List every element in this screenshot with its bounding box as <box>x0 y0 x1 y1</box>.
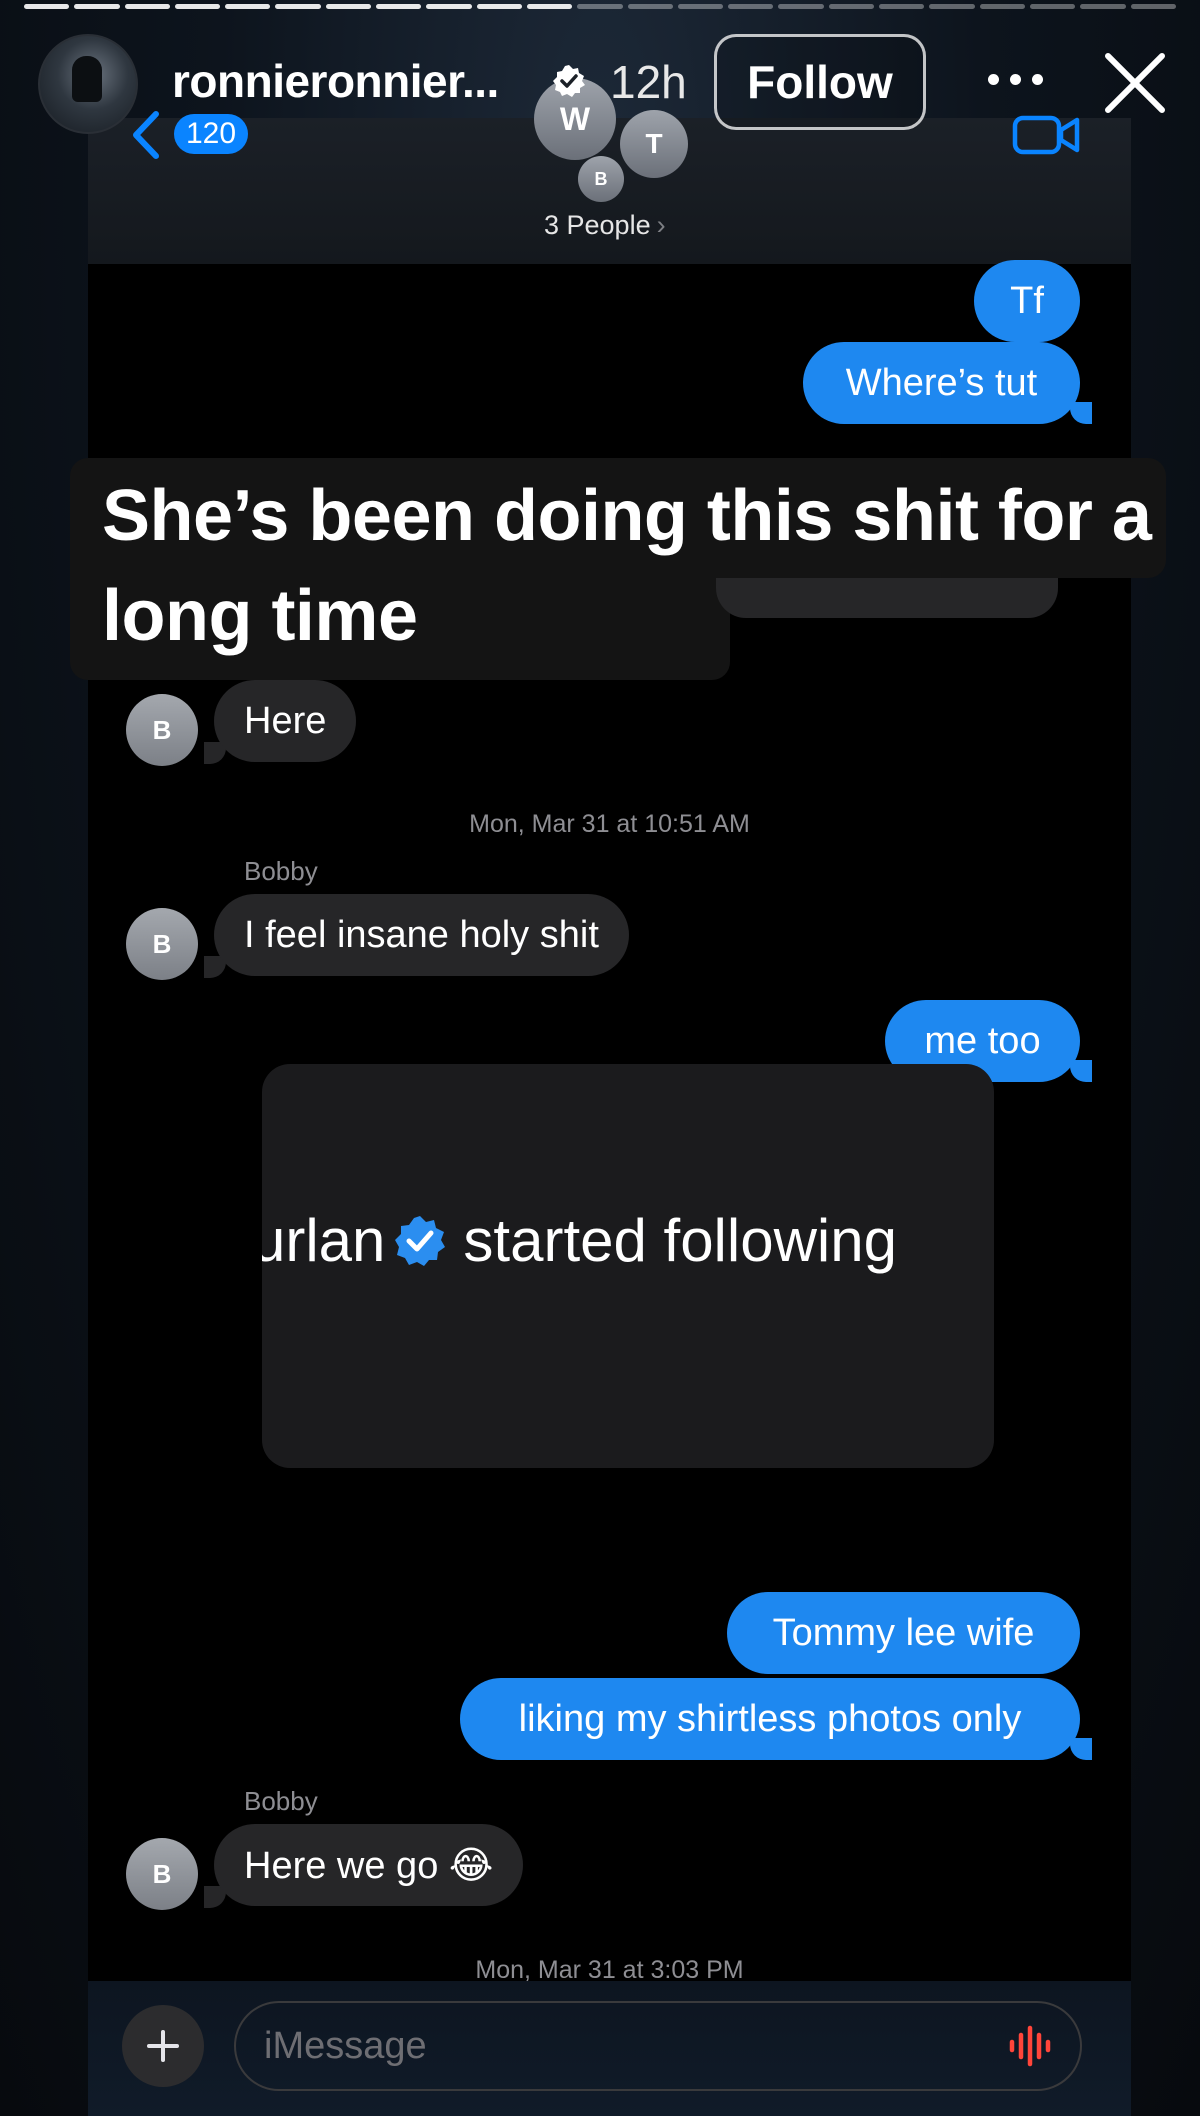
progress-segment <box>879 4 925 9</box>
message-input[interactable] <box>234 2001 1082 2091</box>
compose-bar <box>88 1981 1131 2116</box>
video-camera-icon[interactable] <box>1012 110 1080 158</box>
bubble-tail <box>1070 1060 1092 1082</box>
close-icon[interactable] <box>1102 50 1168 116</box>
progress-segment <box>778 4 824 9</box>
progress-segment <box>275 4 321 9</box>
progress-segment <box>174 4 221 9</box>
message-bubble-outgoing[interactable]: Tf <box>974 260 1080 342</box>
follow-button[interactable]: Follow <box>714 34 926 130</box>
sender-name: Bobby <box>244 1786 318 1816</box>
progress-segment <box>1080 4 1126 9</box>
story-username[interactable]: ronnieronnier... <box>172 54 499 108</box>
avatar[interactable]: B <box>126 1838 198 1910</box>
progress-segment <box>24 4 70 9</box>
message-bubble-incoming[interactable]: I feel insane holy shit <box>214 894 629 976</box>
story-progress-bar <box>24 4 1176 10</box>
plus-icon <box>147 2030 179 2062</box>
story-text-caption: She’s been doing this shit for a long ti… <box>70 458 1166 680</box>
card-text-action: started following <box>463 1207 897 1274</box>
progress-segment <box>728 4 774 9</box>
progress-segment <box>376 4 422 9</box>
unread-count-badge[interactable]: 120 <box>174 114 248 154</box>
avatar[interactable]: B <box>126 908 198 980</box>
progress-segment <box>124 4 170 9</box>
progress-segment <box>476 4 522 9</box>
progress-segment <box>74 4 120 9</box>
progress-segment <box>979 4 1025 9</box>
progress-segment <box>627 4 673 9</box>
chevron-left-icon[interactable] <box>130 110 160 160</box>
progress-segment <box>225 4 271 9</box>
progress-segment <box>577 4 623 9</box>
progress-segment <box>526 4 573 9</box>
more-horizontal-icon[interactable] <box>988 74 1044 88</box>
people-label: 3 People <box>544 210 651 240</box>
message-bubble-incoming[interactable]: Here <box>214 680 357 762</box>
progress-segment <box>677 4 724 9</box>
shared-image-card[interactable]: urlan started following <box>262 1064 994 1468</box>
message-timestamp: Mon, Mar 31 at 10:51 AM <box>469 810 750 838</box>
message-bubble-incoming[interactable]: Here we go 😂 <box>214 1824 524 1906</box>
add-attachment-button[interactable] <box>122 2005 204 2087</box>
progress-segment <box>325 4 372 9</box>
message-bubble-outgoing[interactable]: liking my shirtless photos only <box>460 1678 1080 1760</box>
message-bubble-outgoing[interactable]: Where’s tut <box>803 342 1080 424</box>
audio-waveform-icon[interactable] <box>1008 2025 1054 2067</box>
group-people-button[interactable]: 3 People › <box>544 210 666 241</box>
participant-avatar-b[interactable]: B <box>578 156 624 202</box>
story-profile-avatar[interactable] <box>38 34 138 134</box>
progress-segment <box>1130 4 1176 9</box>
bubble-tail <box>1070 402 1092 424</box>
caption-text: She’s been doing this shit for a long ti… <box>102 476 1152 656</box>
chevron-right-icon: › <box>656 210 666 240</box>
sender-name: Bobby <box>244 856 318 886</box>
conversation-header: 120 W T B 3 People › <box>88 78 1131 264</box>
progress-segment <box>426 4 472 9</box>
progress-segment <box>929 4 975 9</box>
message-bubble-outgoing[interactable]: Tommy lee wife <box>727 1592 1080 1674</box>
verified-badge-icon <box>553 65 585 97</box>
progress-segment <box>828 4 875 9</box>
bubble-tail <box>1070 1738 1092 1760</box>
verified-badge-icon <box>395 1215 446 1266</box>
avatar[interactable]: B <box>126 694 198 766</box>
card-text-username: urlan <box>262 1207 386 1274</box>
progress-segment <box>1029 4 1076 9</box>
story-time: 12h <box>610 56 687 108</box>
participant-avatar-t[interactable]: T <box>620 110 688 178</box>
